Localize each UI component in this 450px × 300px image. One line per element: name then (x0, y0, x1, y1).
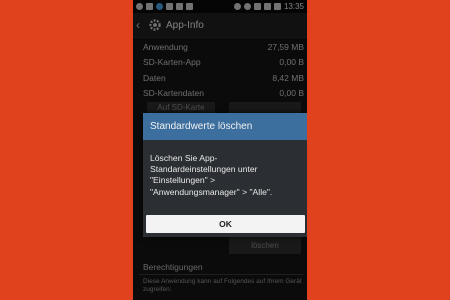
ok-button[interactable]: OK (146, 215, 305, 233)
dialog-title: Standardwerte löschen (143, 113, 307, 140)
clear-defaults-dialog: Standardwerte löschen Löschen Sie App-St… (143, 113, 307, 237)
dialog-message: Löschen Sie App-Standardeinstellungen un… (150, 153, 273, 197)
phone-screen: 13:35 ‹ App-Info Anwendung 27,59 MB SD-K… (133, 0, 307, 300)
